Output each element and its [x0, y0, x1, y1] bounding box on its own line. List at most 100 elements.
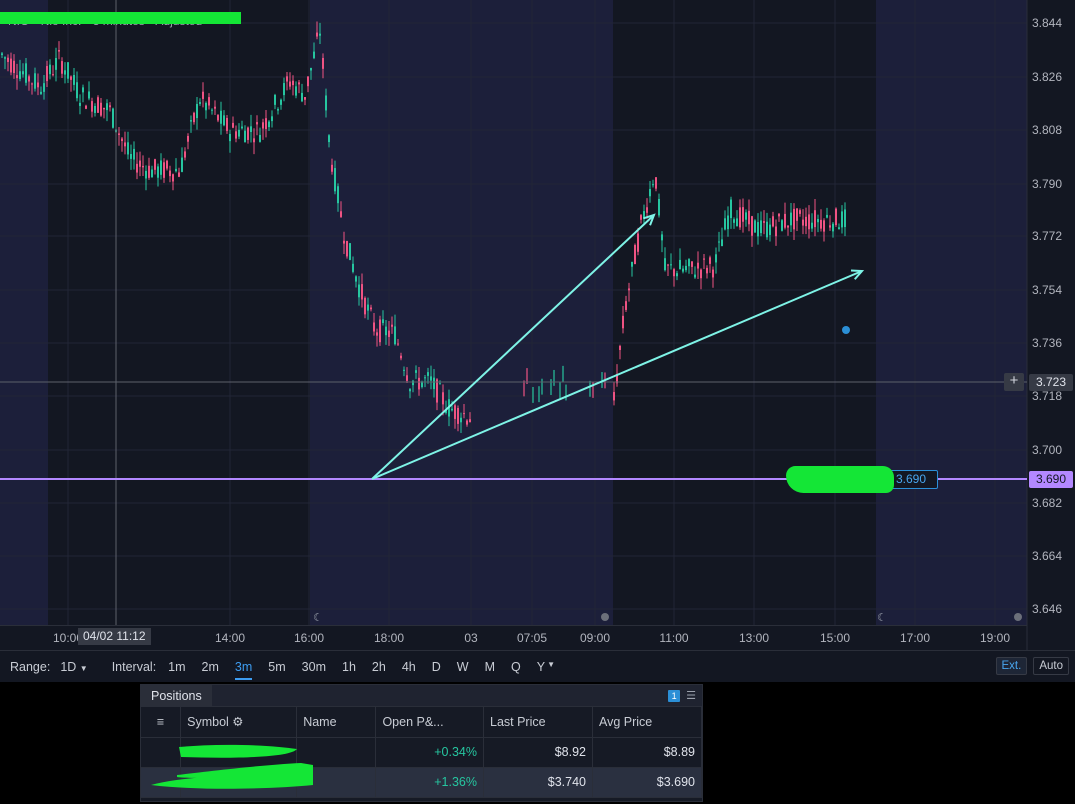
candle-body — [160, 160, 162, 175]
add-alert-button[interactable]: + — [1004, 373, 1024, 391]
candle-body — [640, 215, 642, 220]
candle-body — [316, 32, 318, 37]
chart-canvas[interactable]: 3.844 3.826 3.808 3.790 3.772 3.754 3.736 3.718… — [0, 0, 1075, 650]
price-tick-label: 3.664 — [1032, 549, 1062, 563]
extended-hours-button[interactable]: Ext. — [995, 657, 1028, 675]
candle-body — [313, 51, 315, 59]
column-last-price[interactable]: Last Price — [483, 707, 593, 738]
candle-body — [328, 135, 330, 143]
candle-body — [832, 223, 834, 232]
candle-body — [724, 218, 726, 230]
moon-icon: ☾ — [877, 612, 887, 624]
candle-body — [646, 207, 648, 213]
time-tick-label: 09:00 — [580, 631, 610, 645]
candle-body — [373, 322, 375, 332]
candle-body — [121, 138, 123, 142]
candle-body — [223, 115, 225, 126]
candle-body — [613, 392, 615, 401]
candle-body — [253, 138, 255, 143]
time-tick-label: 13:00 — [739, 631, 769, 645]
candle-body — [619, 345, 621, 350]
candle-body — [766, 221, 768, 238]
candle-body — [274, 94, 276, 105]
positions-tab[interactable]: Positions — [141, 684, 212, 707]
candle-body — [781, 220, 783, 231]
candle-body — [166, 160, 168, 169]
candle-body — [73, 74, 75, 85]
candle-body — [814, 210, 816, 228]
table-header-row: ≡ Symbol ⚙ Name Open P&... Last Price Av… — [141, 707, 703, 738]
candle-body — [733, 219, 735, 223]
column-avg-price[interactable]: Avg Price — [592, 707, 703, 738]
interval-m[interactable]: M — [485, 660, 495, 674]
candle-body — [451, 408, 453, 411]
candle-body — [301, 92, 303, 102]
price-chart[interactable]: 3.844 3.826 3.808 3.790 3.772 3.754 3.736 3.718… — [0, 0, 1075, 650]
table-row[interactable]: +1.36% $3.740 $3.690 — [141, 767, 703, 798]
positions-panel: Positions 1 ☰ ≡ Symbol ⚙ Name Open P&...… — [140, 684, 703, 802]
candle-body — [55, 58, 57, 70]
auto-scale-button[interactable]: Auto — [1033, 657, 1069, 675]
candle-body — [628, 288, 630, 291]
candle-body — [376, 332, 378, 336]
candle-body — [151, 169, 153, 178]
candle-body — [181, 157, 183, 172]
candle-body — [808, 214, 810, 230]
column-name[interactable]: Name — [296, 707, 377, 738]
candle-body — [361, 284, 363, 300]
candle-body — [772, 216, 774, 227]
interval-4h[interactable]: 4h — [402, 660, 416, 674]
interval-2m[interactable]: 2m — [202, 660, 219, 674]
interval-w[interactable]: W — [457, 660, 469, 674]
candle-body — [367, 304, 369, 311]
settings-icon[interactable]: ⚙ — [232, 715, 243, 729]
candle-body — [769, 224, 771, 235]
candle-body — [406, 375, 408, 381]
list-icon[interactable]: ☰ — [686, 689, 696, 702]
candle-body — [139, 160, 141, 167]
candle-body — [97, 97, 99, 113]
range-select[interactable]: 1D ▼ — [60, 660, 87, 674]
candle-body — [25, 63, 27, 83]
candle-body — [826, 214, 828, 218]
candle-body — [700, 269, 702, 279]
interval-2h[interactable]: 2h — [372, 660, 386, 674]
ref-line-price-tag: 3.690 — [1029, 471, 1073, 488]
column-symbol[interactable]: Symbol ⚙ — [180, 707, 298, 738]
candle-body — [322, 57, 324, 69]
last-price-cell: $3.740 — [483, 767, 593, 798]
candle-body — [409, 389, 411, 392]
interval-q[interactable]: Q — [511, 660, 521, 674]
interval-3m[interactable]: 3m — [234, 660, 253, 680]
interval-d[interactable]: D — [432, 660, 441, 674]
candle-body — [754, 220, 756, 233]
candle-body — [76, 82, 78, 99]
candle-body — [637, 233, 639, 252]
candle-body — [355, 276, 357, 282]
interval-1h[interactable]: 1h — [342, 660, 356, 674]
candle-body — [625, 301, 627, 310]
candle-body — [196, 103, 198, 119]
candle-body — [706, 267, 708, 274]
table-row[interactable]: +0.34% $8.92 $8.89 — [141, 737, 703, 768]
candle-body — [28, 76, 30, 82]
column-open-pnl[interactable]: Open P&... — [375, 707, 484, 738]
candle-body — [289, 81, 291, 87]
column-menu-icon[interactable]: ≡ — [141, 707, 182, 738]
candle-body — [748, 210, 750, 225]
candle-body — [82, 87, 84, 93]
interval-1m[interactable]: 1m — [168, 660, 185, 674]
interval-y[interactable]: Y — [537, 660, 545, 674]
candle-body — [67, 62, 69, 79]
candle-body — [685, 265, 687, 271]
interval-30m[interactable]: 30m — [302, 660, 326, 674]
positions-tabbar: Positions 1 ☰ — [141, 684, 702, 707]
candle-body — [211, 109, 213, 111]
candle-body — [436, 379, 438, 403]
candle-body — [13, 60, 15, 74]
candle-body — [52, 74, 54, 76]
last-price-dot — [842, 326, 850, 334]
candle-body — [661, 234, 663, 241]
candle-body — [199, 102, 201, 104]
interval-5m[interactable]: 5m — [268, 660, 285, 674]
